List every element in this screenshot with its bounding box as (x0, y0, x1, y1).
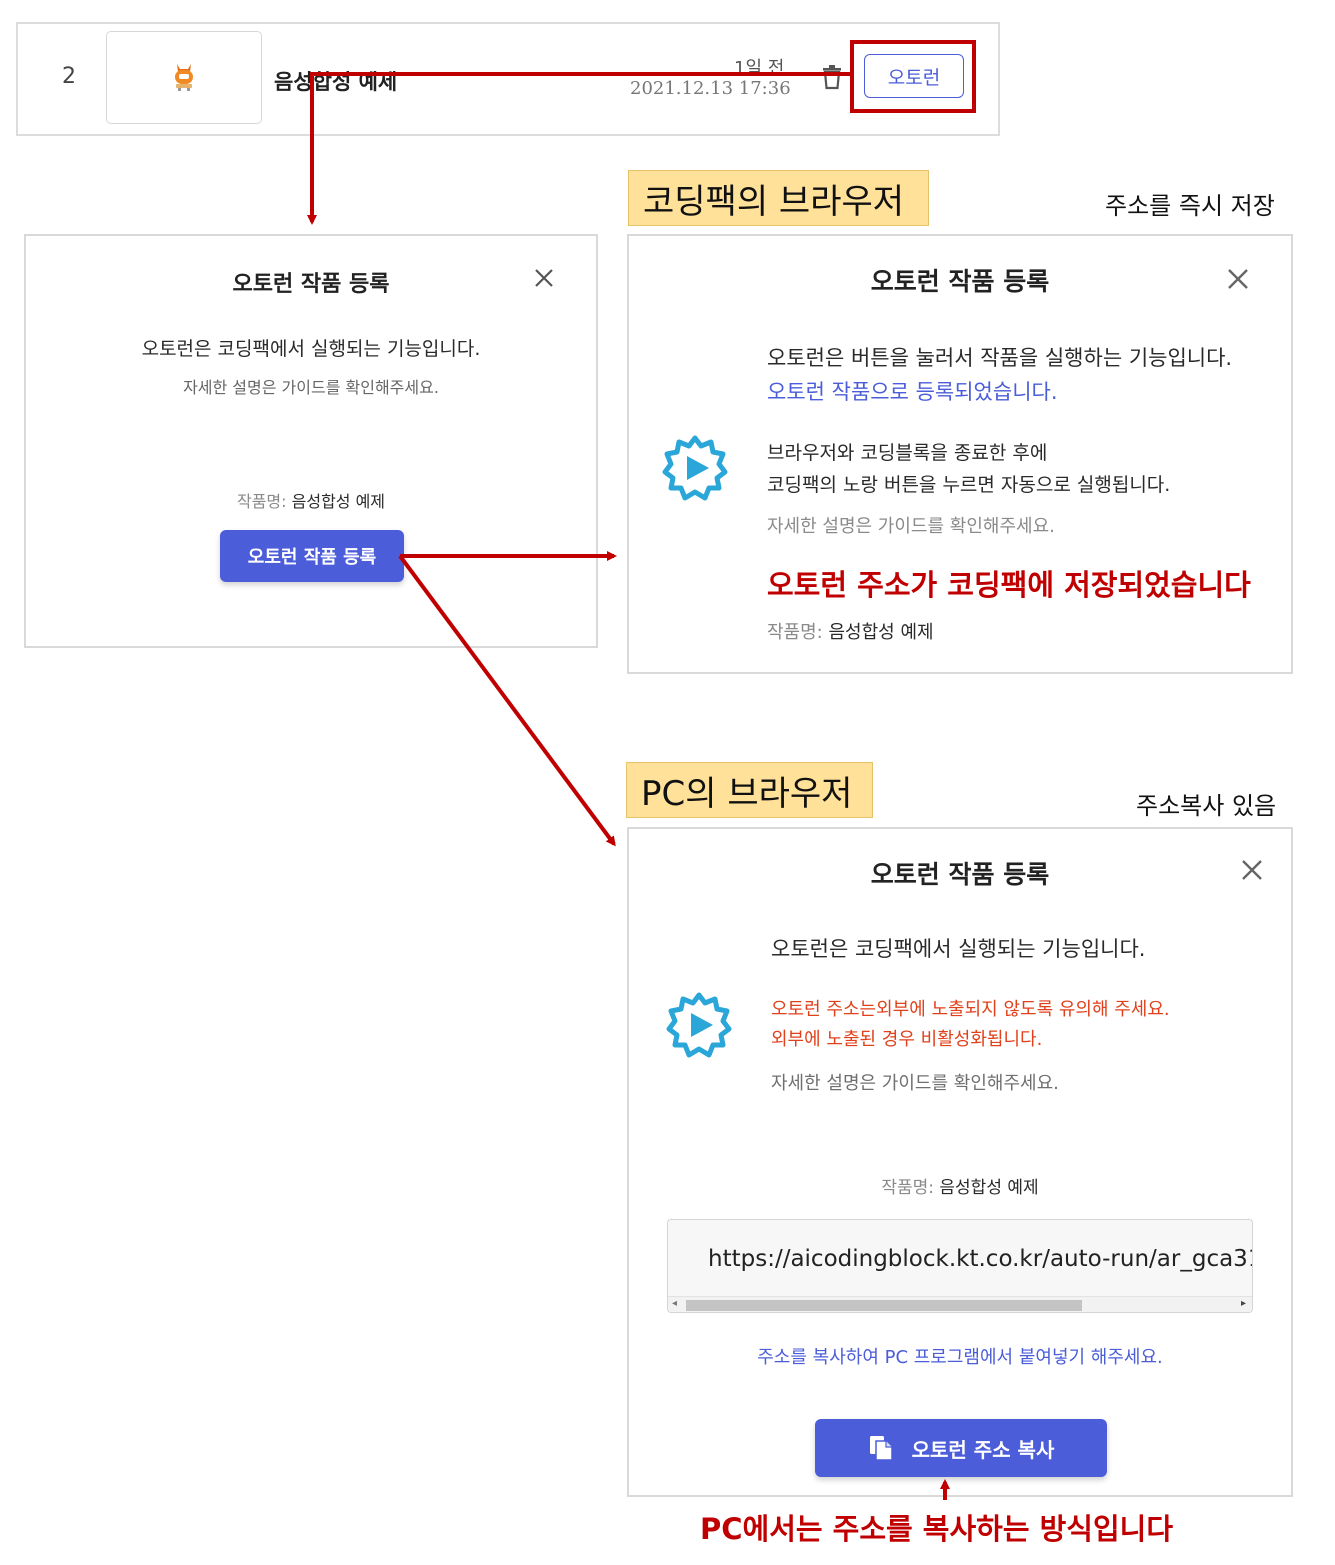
arrow-row-to-modal (307, 72, 850, 225)
flow-arrows (307, 72, 950, 1500)
arrow-to-pc (398, 554, 616, 847)
